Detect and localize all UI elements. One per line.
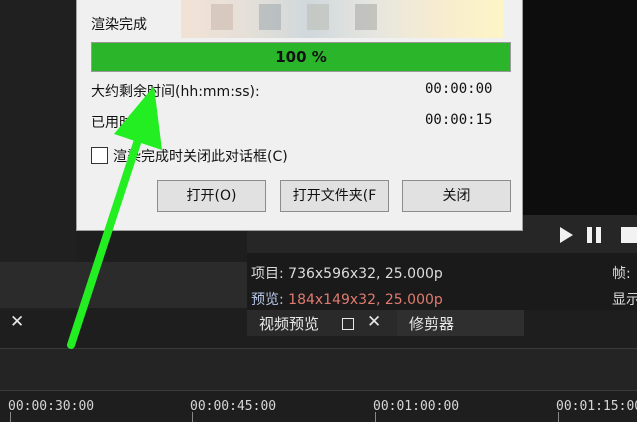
ruler-tick-label: 00:00:45:00 [190, 399, 277, 414]
play-icon[interactable] [560, 227, 573, 243]
open-folder-button[interactable]: 打开文件夹(F [280, 180, 389, 212]
project-value: 736x596x32, 25.000p [288, 266, 443, 282]
remaining-time-value: 00:00:00 [425, 81, 493, 97]
pause-icon[interactable] [587, 227, 601, 243]
close-icon[interactable]: ✕ [10, 312, 24, 332]
ruler-tick-label: 00:01:15:00 [556, 399, 637, 414]
ruler-tick-label: 00:00:30:00 [8, 399, 95, 414]
blur-block [307, 4, 329, 30]
remaining-time-label: 大约剩余时间(hh:mm:ss): [91, 84, 260, 100]
blur-block [211, 4, 233, 30]
close-on-finish-checkbox[interactable] [91, 147, 108, 164]
open-button[interactable]: 打开(O) [157, 180, 266, 212]
timeline-track[interactable] [0, 348, 637, 391]
close-button[interactable]: 关闭 [402, 180, 511, 212]
project-info: 项目: 736x596x32, 25.000p [251, 263, 443, 283]
close-icon[interactable]: ✕ [367, 312, 381, 332]
preview-info: 预览: 184x149x32, 25.000p [251, 289, 443, 309]
project-label: 项目: [251, 266, 284, 282]
left-panel-header [0, 262, 247, 308]
blur-block [355, 4, 377, 30]
blurred-filename [181, 0, 503, 38]
blur-block [259, 4, 281, 30]
dialog-title: 渲染完成 [91, 17, 147, 33]
elapsed-time-value: 00:00:15 [425, 112, 493, 128]
tab-trimmer[interactable]: 修剪器 [409, 313, 454, 334]
tab-video-preview[interactable]: 视频预览 [259, 313, 319, 334]
progress-bar: 100 % [91, 42, 511, 72]
close-on-finish-label[interactable]: 渲染完成时关闭此对话框(C) [113, 146, 288, 166]
ruler-tick-label: 00:01:00:00 [373, 399, 460, 414]
frame-label: 帧: [612, 266, 631, 282]
timeline-ruler[interactable]: 00:00:30:00 00:00:45:00 00:01:00:00 00:0… [0, 390, 637, 422]
preview-canvas [521, 0, 637, 215]
render-complete-dialog: 渲染完成 100 % 大约剩余时间(hh:mm:ss): 00:00:00 已用… [76, 0, 523, 231]
preview-tabbar: 视频预览 ✕ 修剪器 [247, 310, 524, 336]
display-label: 显示 [612, 292, 637, 308]
elapsed-time-label: 已用时间 [91, 115, 147, 131]
window-icon[interactable] [342, 318, 354, 330]
progress-text: 100 % [275, 48, 327, 66]
preview-value: 184x149x32, 25.000p [288, 292, 443, 308]
preview-label: 预览: [251, 292, 284, 308]
stop-icon[interactable] [621, 227, 637, 243]
